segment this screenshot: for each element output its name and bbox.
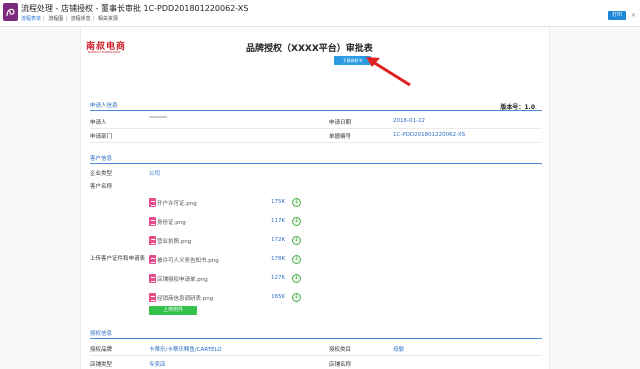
attachment-item: 被许可人义务告知书.png 178K: [149, 254, 304, 266]
attachment-size: 127K: [271, 275, 286, 281]
form-title: 品牌授权（XXXX平台）审批表: [246, 44, 373, 54]
section-title-authorization: 授权信息: [90, 331, 113, 337]
doc-number-value: 1C-PDD201801220062-XS: [393, 132, 466, 138]
dept-label: 申请部门: [90, 134, 113, 140]
section-divider: [90, 338, 542, 339]
section-title-applicant: 申请人信息: [90, 103, 118, 109]
image-file-icon: [149, 274, 156, 283]
attachment-name[interactable]: 身份证.png: [157, 218, 186, 226]
attachment-size: 172K: [271, 237, 286, 243]
attachment-size: 175K: [271, 199, 286, 205]
date-value: 2018-01-22: [393, 118, 425, 124]
attachment-name[interactable]: 店铺授权申请单.png: [157, 275, 208, 283]
row-divider: [90, 128, 542, 129]
section-divider: [90, 110, 542, 111]
tab-flowchart[interactable]: 流程图: [48, 16, 63, 22]
image-file-icon: [149, 255, 156, 264]
brand-label: 授权品牌: [90, 347, 113, 353]
company-logo-subtitle: NANSHU DIANSHANG: [88, 50, 121, 54]
category-label: 授权类目: [329, 347, 352, 353]
download-icon[interactable]: [292, 274, 301, 283]
brand-value: 卡蒂乐/卡蒂乐鳄鱼/CARTELO: [149, 347, 222, 353]
download-icon[interactable]: [292, 255, 301, 264]
attachment-name[interactable]: 营业执照.png: [157, 237, 191, 245]
attachment-size: 178K: [271, 256, 286, 262]
tab-flow-status[interactable]: 流程状态: [71, 16, 91, 22]
attachment-size: 165K: [271, 294, 286, 300]
image-file-icon: [149, 293, 156, 302]
image-file-icon: [149, 198, 156, 207]
image-file-icon: [149, 217, 156, 226]
section-divider: [90, 163, 542, 164]
section-title-customer: 客户信息: [90, 156, 113, 162]
attachment-item: 开户许可证.png 175K: [149, 197, 304, 209]
download-icon[interactable]: [292, 198, 301, 207]
shop-type-value: 专卖店: [149, 362, 166, 368]
window-titlebar: 流程处理 - 店铺授权 - 董事长审批 1C-PDD201801220062-X…: [0, 0, 640, 27]
download-icon[interactable]: [292, 293, 301, 302]
company-type-value: 公司: [149, 171, 161, 177]
row-divider: [90, 142, 542, 143]
company-type-label: 企业类型: [90, 171, 113, 177]
attachment-size: 117K: [271, 218, 286, 224]
print-button[interactable]: 打印: [608, 11, 626, 20]
main-content: 南叔电商 NANSHU DIANSHANG 品牌授权（XXXX平台）审批表 下载…: [0, 27, 640, 369]
window-title: 流程处理 - 店铺授权 - 董事长审批 1C-PDD201801220062-X…: [21, 4, 249, 13]
category-value: 母婴: [393, 347, 405, 353]
row-divider: [90, 355, 542, 356]
attachment-item: 店铺授权申请单.png 127K: [149, 273, 304, 285]
upload-attachment-button[interactable]: 上传附件: [149, 306, 197, 315]
shop-type-label: 店铺类型: [90, 362, 113, 368]
attachment-item: 身份证.png 117K: [149, 216, 304, 228]
red-arrow-annotation: [366, 57, 411, 87]
attachment-name[interactable]: 被许可人义务告知书.png: [157, 256, 219, 264]
close-icon[interactable]: ✕: [631, 12, 636, 19]
download-icon[interactable]: [292, 217, 301, 226]
applicant-label: 申请人: [90, 120, 107, 126]
doc-number-label: 单据编号: [329, 134, 352, 140]
applicant-value-placeholder: [149, 116, 167, 118]
customer-name-label: 客户名称: [90, 184, 113, 190]
tab-related-resources[interactable]: 相关资源: [98, 16, 118, 22]
tab-form[interactable]: 流程表单: [21, 16, 41, 22]
tab-bar: 流程表单 | 流程图 | 流程状态 | 相关资源: [21, 16, 118, 22]
attachment-item: 经销商信息调研表.png 165K: [149, 292, 304, 304]
attachment-name[interactable]: 开户许可证.png: [157, 199, 197, 207]
attachment-name[interactable]: 经销商信息调研表.png: [157, 294, 213, 302]
attachment-item: 营业执照.png 172K: [149, 235, 304, 247]
app-logo-icon: [3, 3, 18, 21]
date-label: 申请日期: [329, 120, 352, 126]
image-file-icon: [149, 236, 156, 245]
upload-docs-label: 上传客户证件和申请表: [90, 256, 146, 262]
form-sheet: 南叔电商 NANSHU DIANSHANG 品牌授权（XXXX平台）审批表 下载…: [80, 27, 550, 369]
shop-name-label: 店铺名称: [329, 362, 352, 368]
download-icon[interactable]: [292, 236, 301, 245]
